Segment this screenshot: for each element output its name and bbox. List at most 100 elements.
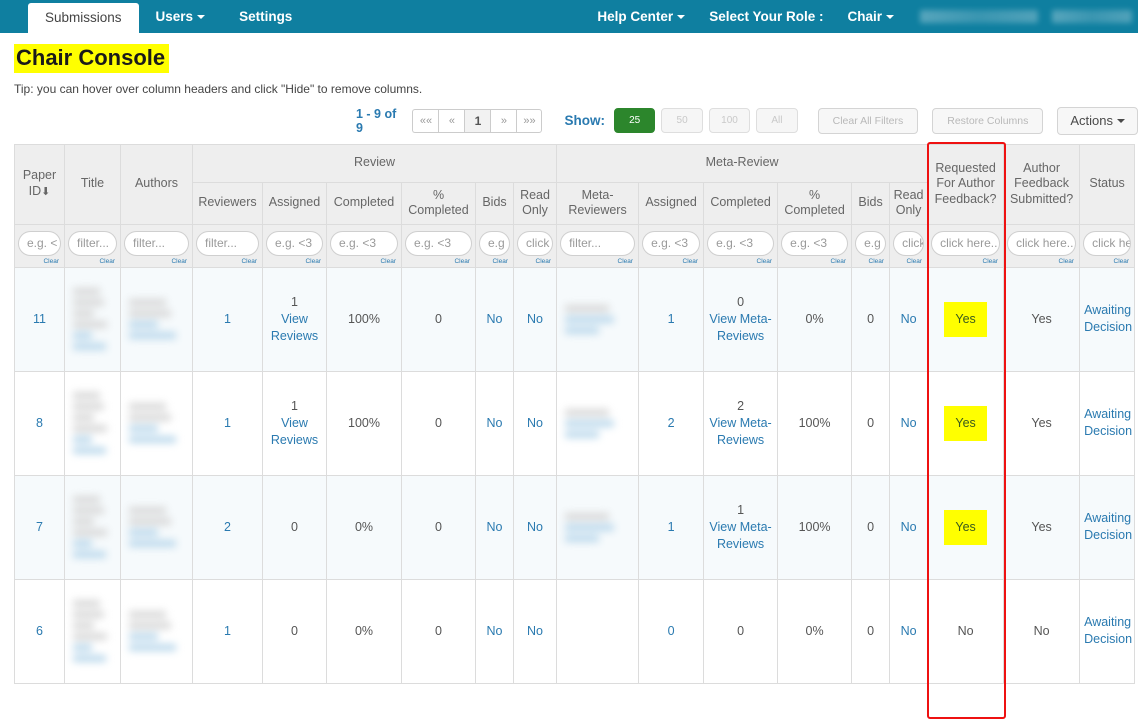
filter-clear-link-m_reviewers[interactable]: Clear — [560, 258, 635, 265]
filter-input-r_completed[interactable]: e.g. <3 — [330, 230, 398, 256]
filter-clear-link-m_readonly[interactable]: Clear — [893, 258, 924, 265]
cell-paper-id[interactable]: 7 — [14, 474, 65, 580]
view-meta-reviews-link[interactable]: View Meta-Reviews — [708, 519, 773, 553]
filter-clear-link-r_assigned[interactable]: Clear — [266, 258, 323, 265]
filter-clear-link-requested[interactable]: Clear — [931, 258, 1000, 265]
cell-authors[interactable] — [120, 578, 193, 684]
cell-meta-read-only[interactable]: No — [889, 578, 929, 684]
filter-input-r_assigned[interactable]: e.g. <3 — [266, 230, 323, 256]
cell-meta-assigned[interactable]: 1 — [638, 474, 705, 580]
filter-input-m_completed[interactable]: e.g. <3 — [707, 230, 775, 256]
cell-authors[interactable] — [120, 266, 193, 372]
view-meta-reviews-link[interactable]: View Meta-Reviews — [708, 415, 773, 449]
filter-clear-link-paper_id[interactable]: Clear — [18, 258, 61, 265]
column-header-review-reviewers[interactable]: Reviewers — [192, 181, 263, 225]
cell-meta-read-only[interactable]: No — [889, 370, 929, 476]
cell-review-reviewers-value[interactable]: 1 — [224, 624, 231, 638]
cell-paper-id[interactable]: 8 — [14, 370, 65, 476]
pager-last-button[interactable]: »» — [516, 108, 543, 133]
cell-meta-reviewers[interactable] — [556, 578, 640, 684]
cell-review-reviewers-value[interactable]: 1 — [224, 312, 231, 326]
cell-meta-read-only-value[interactable]: No — [901, 312, 917, 326]
pager-first-button[interactable]: «« — [412, 108, 439, 133]
cell-review-reviewers[interactable]: 1 — [192, 578, 263, 684]
cell-review-assigned[interactable]: 0 — [262, 578, 327, 684]
cell-review-bids-value[interactable]: No — [487, 312, 503, 326]
filter-input-m_bids[interactable]: e.g — [855, 230, 887, 256]
review-read-only-value[interactable]: No — [527, 312, 543, 326]
review-read-only-value[interactable]: No — [527, 416, 543, 430]
cell-status[interactable]: Awaiting Decision — [1079, 474, 1136, 580]
cell-title[interactable] — [64, 370, 121, 476]
filter-clear-link-m_assigned[interactable]: Clear — [642, 258, 700, 265]
filter-input-title[interactable]: filter... — [68, 230, 117, 256]
cell-status[interactable]: Awaiting Decision — [1079, 578, 1136, 684]
filter-clear-link-m_bids[interactable]: Clear — [855, 258, 886, 265]
cell-title[interactable] — [64, 474, 121, 580]
column-header-requested-for-author-feedback[interactable]: Requested For Author Feedback? — [927, 143, 1005, 225]
page-size-50-button[interactable]: 50 — [661, 108, 703, 133]
filter-input-submitted[interactable]: click here... — [1007, 230, 1077, 256]
filter-clear-link-submitted[interactable]: Clear — [1007, 258, 1076, 265]
clear-all-filters-button[interactable]: Clear All Filters — [817, 107, 919, 134]
cell-authors[interactable] — [120, 474, 193, 580]
review-read-only-value[interactable]: No — [527, 520, 543, 534]
filter-input-status[interactable]: click he — [1083, 230, 1132, 256]
cell-meta-assigned-value[interactable]: 0 — [668, 624, 675, 638]
cell-meta-completed[interactable]: 0 — [703, 578, 779, 684]
column-header-paper-id[interactable]: Paper ID⬇ — [14, 143, 65, 225]
cell-meta-read-only-value[interactable]: No — [901, 624, 917, 638]
cell-paper-id-value[interactable]: 11 — [33, 312, 46, 326]
cell-meta-completed[interactable]: 0 View Meta-Reviews — [703, 266, 779, 372]
filter-input-r_reviewers[interactable]: filter... — [196, 230, 259, 256]
cell-review-bids[interactable]: No — [475, 266, 514, 372]
cell-review-bids-value[interactable]: No — [487, 624, 503, 638]
nav-tab-submissions[interactable]: Submissions — [28, 3, 139, 33]
column-header-review-bids[interactable]: Bids — [475, 181, 514, 225]
column-header-status[interactable]: Status — [1079, 143, 1136, 225]
filter-clear-link-r_readonly[interactable]: Clear — [517, 258, 553, 265]
filter-clear-link-m_pct[interactable]: Clear — [781, 258, 848, 265]
nav-role-selector[interactable]: Chair — [835, 9, 906, 24]
column-header-meta-bids[interactable]: Bids — [851, 181, 891, 225]
cell-review-reviewers[interactable]: 1 — [192, 370, 263, 476]
column-header-meta-reviewers[interactable]: Meta-Reviewers — [556, 181, 640, 225]
filter-input-paper_id[interactable]: e.g. < — [18, 230, 61, 256]
view-reviews-link[interactable]: View Reviews — [267, 415, 322, 449]
page-size-all-button[interactable]: All — [756, 108, 798, 133]
cell-meta-reviewers[interactable] — [556, 474, 640, 580]
cell-review-bids-value[interactable]: No — [487, 520, 503, 534]
column-header-review-read-only[interactable]: Read Only — [512, 181, 558, 225]
cell-meta-read-only-value[interactable]: No — [901, 520, 917, 534]
cell-meta-completed[interactable]: 2 View Meta-Reviews — [703, 370, 779, 476]
cell-review-bids[interactable]: No — [475, 370, 514, 476]
view-meta-reviews-link[interactable]: View Meta-Reviews — [708, 311, 773, 345]
page-size-100-button[interactable]: 100 — [708, 108, 751, 133]
cell-review-bids-value[interactable]: No — [487, 416, 503, 430]
cell-review-assigned[interactable]: 1 View Reviews — [262, 266, 327, 372]
cell-meta-read-only[interactable]: No — [889, 474, 929, 580]
cell-status-value[interactable]: Awaiting Decision — [1084, 511, 1132, 542]
cell-review-reviewers-value[interactable]: 2 — [224, 520, 231, 534]
column-header-review-completed[interactable]: Completed — [326, 181, 402, 225]
nav-tab-settings[interactable]: Settings — [222, 0, 309, 33]
column-header-author-feedback-submitted[interactable]: Author Feedback Submitted? — [1003, 143, 1081, 225]
filter-input-r_readonly[interactable]: click — [517, 230, 554, 256]
column-header-title[interactable]: Title — [64, 143, 121, 225]
cell-review-bids[interactable]: No — [475, 474, 514, 580]
cell-meta-assigned-value[interactable]: 2 — [668, 416, 675, 430]
filter-clear-link-r_pct[interactable]: Clear — [405, 258, 472, 265]
cell-meta-read-only-value[interactable]: No — [901, 416, 917, 430]
column-header-authors[interactable]: Authors — [120, 143, 193, 225]
filter-input-requested[interactable]: click here.. — [931, 230, 1001, 256]
nav-help-center[interactable]: Help Center — [585, 9, 697, 24]
cell-status[interactable]: Awaiting Decision — [1079, 266, 1136, 372]
column-header-meta-read-only[interactable]: Read Only — [889, 181, 929, 225]
cell-title[interactable] — [64, 578, 121, 684]
column-header-meta-assigned[interactable]: Assigned — [638, 181, 705, 225]
cell-meta-reviewers[interactable] — [556, 266, 640, 372]
filter-input-m_pct[interactable]: e.g. <3 — [781, 230, 849, 256]
cell-paper-id[interactable]: 11 — [14, 266, 65, 372]
cell-review-reviewers-value[interactable]: 1 — [224, 416, 231, 430]
page-size-25-button[interactable]: 25 — [613, 108, 656, 133]
